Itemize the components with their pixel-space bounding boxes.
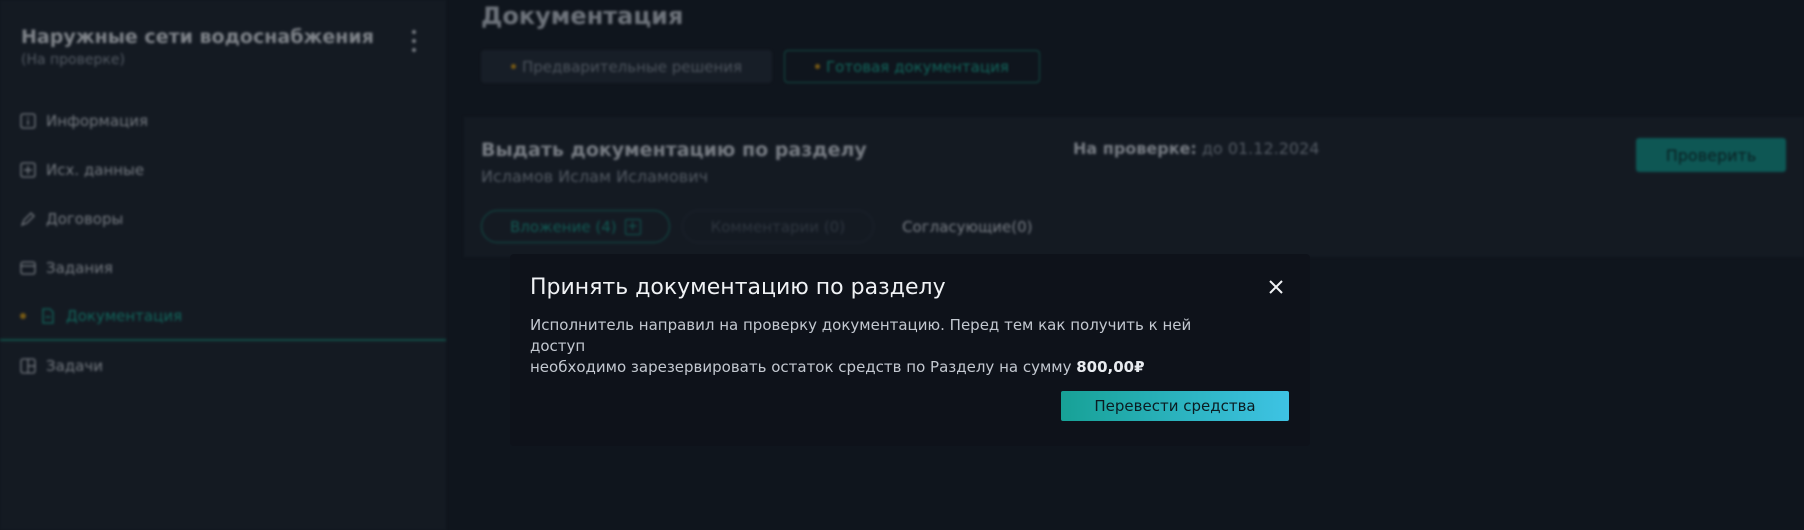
accept-documentation-dialog: Принять документацию по разделу Исполнит… (510, 254, 1310, 446)
dialog-message-line2: необходимо зарезервировать остаток средс… (530, 358, 1077, 376)
reserve-amount: 800,00₽ (1076, 358, 1145, 376)
dialog-title: Принять документацию по разделу (530, 275, 946, 300)
close-icon[interactable] (1267, 278, 1285, 296)
transfer-funds-button[interactable]: Перевести средства (1061, 391, 1289, 421)
dialog-message: Исполнитель направил на проверку докумен… (530, 315, 1230, 378)
dialog-message-line1: Исполнитель направил на проверку докумен… (530, 316, 1192, 355)
